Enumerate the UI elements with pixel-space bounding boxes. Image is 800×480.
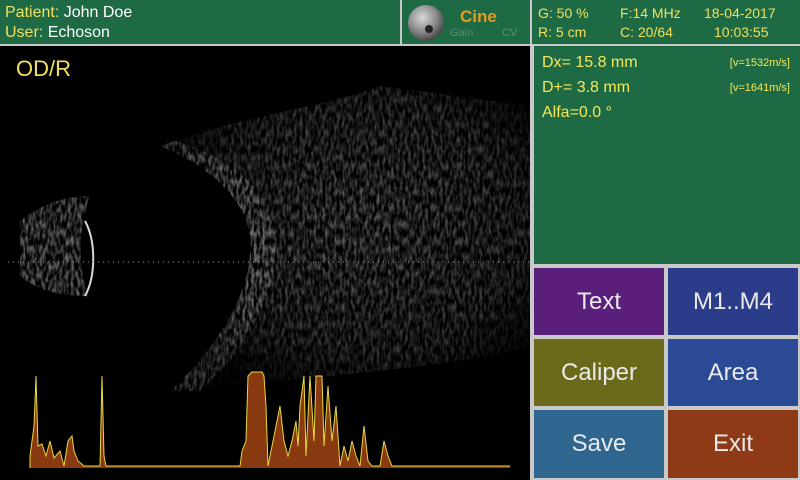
eye-view-label: OD/R: [16, 56, 71, 81]
dplus-measurement: D+= 3.8 mm: [542, 79, 631, 96]
a-scan-overlay: [29, 371, 510, 468]
cine-gain-label: Gain: [450, 27, 474, 39]
dial-knob-icon[interactable]: [408, 5, 444, 41]
user-name: Echoson: [47, 24, 110, 41]
dx-measurement: Dx= 15.8 mm: [542, 54, 638, 71]
lens-curve: [84, 220, 95, 297]
cine-frames-readout: C: 20/64: [620, 24, 673, 40]
caliper-button[interactable]: Caliper: [532, 337, 666, 408]
exit-button[interactable]: Exit: [666, 408, 800, 480]
patient-info-panel: Patient: John Doe User: Echoson: [0, 0, 402, 46]
cine-title: Cine: [460, 7, 497, 26]
cine-control[interactable]: Cine Gain CV: [402, 0, 532, 46]
patient-name: John Doe: [63, 4, 133, 21]
save-button[interactable]: Save: [532, 408, 666, 480]
time-readout: 10:03:55: [714, 24, 769, 40]
cine-cv-label: CV: [502, 27, 518, 39]
user-row: User: Echoson: [5, 24, 110, 42]
b-scan-image: [8, 86, 530, 468]
gain-readout: G: 50 %: [538, 5, 589, 21]
dplus-velocity: [v=1641m/s]: [729, 82, 790, 94]
range-readout: R: 5 cm: [538, 24, 587, 40]
scan-parameters-panel: G: 50 % F:14 MHz 18-04-2017 R: 5 cm C: 2…: [532, 0, 800, 46]
cornea-echo: [20, 196, 90, 296]
user-label: User:: [5, 24, 44, 41]
ultrasound-image-viewport[interactable]: OD/R: [0, 46, 532, 480]
measurements-panel: Dx= 15.8 mm [v=1532m/s] D+= 3.8 mm [v=16…: [532, 46, 800, 266]
text-button[interactable]: Text: [532, 266, 666, 337]
alfa-measurement: Alfa=0.0 °: [542, 104, 612, 121]
patient-row: Patient: John Doe: [5, 4, 132, 22]
dx-velocity: [v=1532m/s]: [729, 57, 790, 69]
m1-m4-button[interactable]: M1..M4: [666, 266, 800, 337]
area-button[interactable]: Area: [666, 337, 800, 408]
date-readout: 18-04-2017: [704, 5, 776, 21]
frequency-readout: F:14 MHz: [620, 5, 681, 21]
patient-label: Patient:: [5, 4, 60, 21]
